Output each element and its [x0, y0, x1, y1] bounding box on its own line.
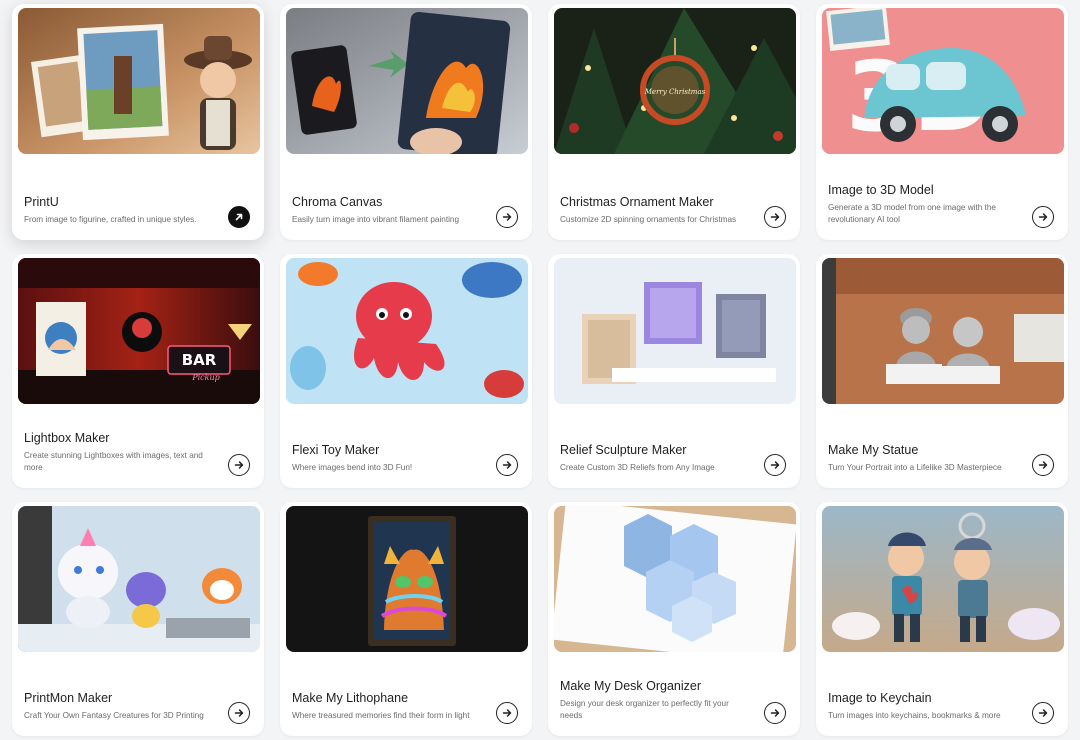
card-title: Make My Statue	[828, 442, 919, 457]
tool-card[interactable]: BAR Pickup Lightbox Maker Create stunnin…	[12, 254, 264, 488]
card-description: Design your desk organizer to perfectly …	[560, 699, 729, 721]
tool-card[interactable]: PrintMon Maker Craft Your Own Fantasy Cr…	[12, 502, 264, 736]
arrow-icon	[1038, 213, 1048, 221]
card-thumbnail[interactable]	[286, 8, 528, 154]
arrow-icon	[502, 709, 512, 717]
open-tool-button[interactable]	[496, 206, 518, 228]
tool-card[interactable]: Make My Statue Turn Your Portrait into a…	[816, 254, 1068, 488]
open-tool-button[interactable]	[228, 702, 250, 724]
card-thumbnail[interactable]	[554, 506, 796, 652]
card-thumbnail[interactable]: 3D	[822, 8, 1064, 154]
card-description: Turn Your Portrait into a Lifelike 3D Ma…	[828, 463, 1002, 473]
card-title: Flexi Toy Maker	[292, 442, 380, 457]
arrow-icon	[502, 213, 512, 221]
arrow-icon	[1038, 461, 1048, 469]
arrow-icon	[770, 461, 780, 469]
tool-card[interactable]: 3D Image to 3D Model Generate a 3D model…	[816, 4, 1068, 240]
card-title: PrintU	[24, 194, 59, 209]
card-title: Chroma Canvas	[292, 194, 383, 209]
card-description: Craft Your Own Fantasy Creatures for 3D …	[24, 711, 204, 721]
arrow-icon	[234, 709, 244, 717]
card-description: Where images bend into 3D Fun!	[292, 463, 413, 473]
card-title: Relief Sculpture Maker	[560, 442, 687, 457]
tool-card[interactable]: Image to Keychain Turn images into keych…	[816, 502, 1068, 736]
card-description: Create stunning Lightboxes with images, …	[24, 451, 203, 473]
open-tool-button[interactable]	[228, 454, 250, 476]
tool-card[interactable]: Flexi Toy Maker Where images bend into 3…	[280, 254, 532, 488]
arrow-icon	[1038, 709, 1048, 717]
open-tool-button[interactable]	[764, 454, 786, 476]
tool-card[interactable]: Make My Lithophane Where treasured memor…	[280, 502, 532, 736]
arrow-icon	[502, 461, 512, 469]
bar-script-text: Pickup	[191, 373, 220, 382]
arrow-icon	[235, 213, 243, 221]
card-title: Image to 3D Model	[828, 182, 934, 197]
open-tool-button[interactable]	[764, 206, 786, 228]
arrow-icon	[770, 213, 780, 221]
card-description: Customize 2D spinning ornaments for Chri…	[560, 215, 737, 225]
open-tool-button[interactable]	[496, 454, 518, 476]
card-thumbnail[interactable]	[18, 8, 260, 154]
card-thumbnail[interactable]: Merry Christmas	[554, 8, 796, 154]
tool-card[interactable]: Chroma Canvas Easily turn image into vib…	[280, 4, 532, 240]
card-title: PrintMon Maker	[24, 690, 113, 705]
card-description: Easily turn image into vibrant filament …	[292, 215, 460, 225]
card-description: Generate a 3D model from one image with …	[828, 203, 996, 225]
card-title: Lightbox Maker	[24, 430, 110, 445]
card-description: Where treasured memories find their form…	[292, 711, 470, 721]
card-thumbnail[interactable]	[822, 506, 1064, 652]
card-title: Christmas Ornament Maker	[560, 194, 714, 209]
arrow-icon	[234, 461, 244, 469]
card-thumbnail[interactable]	[554, 258, 796, 404]
bar-sign-text: BAR	[182, 351, 217, 369]
card-thumbnail[interactable]	[286, 258, 528, 404]
card-thumbnail[interactable]	[18, 506, 260, 652]
open-tool-button[interactable]	[1032, 702, 1054, 724]
ornament-text: Merry Christmas	[644, 88, 706, 96]
card-title: Make My Lithophane	[292, 690, 409, 705]
card-description: Turn images into keychains, bookmarks & …	[828, 711, 1001, 721]
card-thumbnail[interactable]	[286, 506, 528, 652]
open-tool-button[interactable]	[228, 206, 250, 228]
tool-card[interactable]: Make My Desk Organizer Design your desk …	[548, 502, 800, 736]
open-tool-button[interactable]	[1032, 206, 1054, 228]
tool-card[interactable]: Merry Christmas Christmas Ornament Maker…	[548, 4, 800, 240]
card-thumbnail[interactable]	[822, 258, 1064, 404]
open-tool-button[interactable]	[1032, 454, 1054, 476]
card-description: From image to figurine, crafted in uniqu…	[24, 215, 197, 225]
arrow-icon	[770, 709, 780, 717]
card-description: Create Custom 3D Reliefs from Any Image	[560, 463, 715, 473]
open-tool-button[interactable]	[764, 702, 786, 724]
tool-card[interactable]: PrintU From image to figurine, crafted i…	[12, 4, 264, 240]
card-thumbnail[interactable]: BAR Pickup	[18, 258, 260, 404]
tool-card[interactable]: Relief Sculpture Maker Create Custom 3D …	[548, 254, 800, 488]
card-title: Make My Desk Organizer	[560, 678, 702, 693]
open-tool-button[interactable]	[496, 702, 518, 724]
card-title: Image to Keychain	[828, 690, 932, 705]
